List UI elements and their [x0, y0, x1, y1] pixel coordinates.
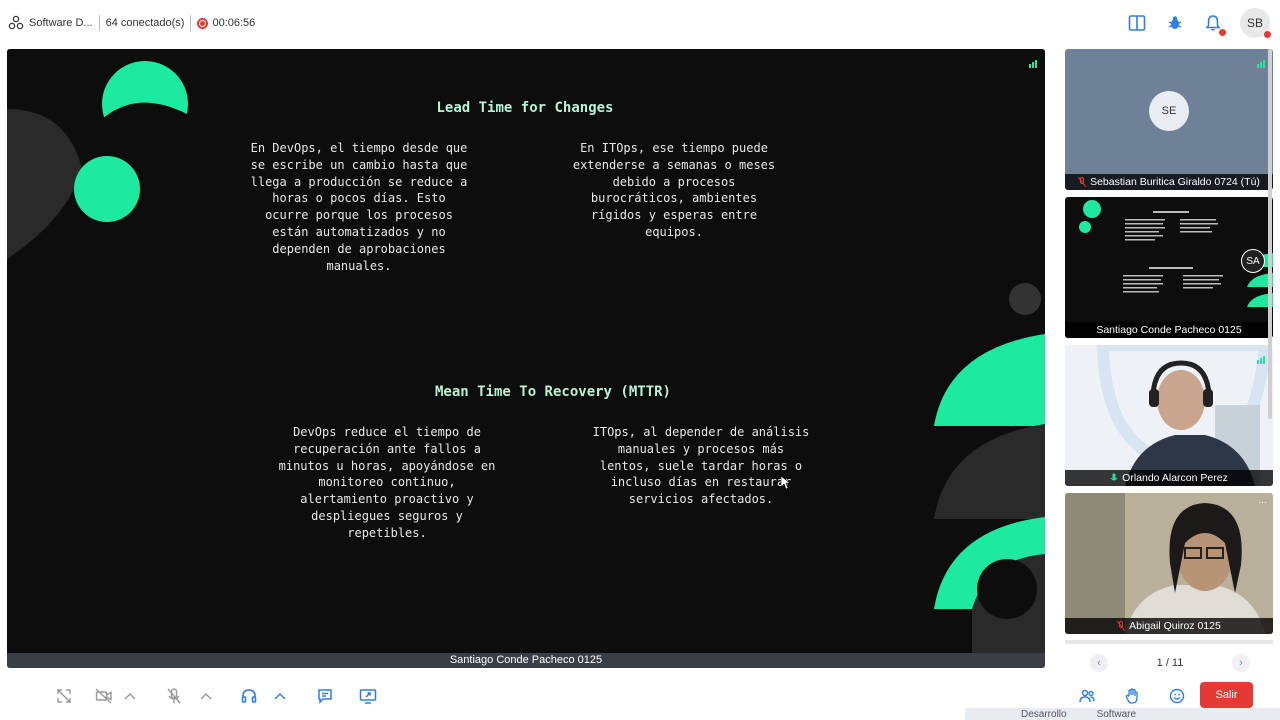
participant-scrollbar[interactable]	[1268, 49, 1272, 419]
slide-heading-mttr: Mean Time To Recovery (MTTR)	[434, 384, 671, 400]
screen-thumbnail	[1079, 200, 1273, 307]
text-line: recuperación ante fallos a	[293, 441, 481, 456]
avatar: SA	[1241, 249, 1265, 273]
meeting-title[interactable]: Software D...	[29, 17, 93, 29]
signal-icon	[1029, 55, 1039, 73]
presenter-label: Santiago Conde Pacheco 0125	[7, 653, 1045, 668]
main-stage[interactable]: Lead Time for Changes En DevOps, el tiem…	[7, 49, 1045, 668]
participant-name-text: Orlando Alarcon Perez	[1122, 472, 1228, 484]
connected-count[interactable]: 64 conectado(s)	[106, 17, 185, 29]
taskbar-item[interactable]: Desarrollo	[1021, 709, 1067, 720]
text-line: manuales.	[326, 258, 392, 273]
text-line: monitoreo continuo,	[318, 475, 456, 490]
text-line: ocurre porque los procesos	[265, 208, 453, 223]
mic-off-icon[interactable]	[164, 686, 184, 706]
text-line: minutos u horas, apoyándose en	[278, 458, 496, 473]
mic-off-icon	[1117, 621, 1126, 631]
text-line: servicios afectados.	[628, 492, 774, 507]
participant-name-text: Sebastian Buritica Giraldo 0724 (Tú)	[1090, 176, 1260, 188]
participant-pager: ‹ 1 / 11 ›	[1090, 654, 1250, 672]
text-line: ITOps, al depender de análisis	[592, 425, 810, 439]
participant-tile[interactable]: SE Sebastian Buritica Giraldo 0724 (Tú)	[1065, 49, 1273, 190]
participant-name-text: Abigail Quiroz 0125	[1129, 620, 1221, 632]
signal-icon	[1257, 55, 1267, 73]
text-line: burocráticos, ambientes	[590, 191, 758, 206]
participant-name: Santiago Conde Pacheco 0125	[1065, 322, 1273, 338]
people-icon[interactable]	[1077, 686, 1097, 706]
share-screen-icon[interactable]	[358, 686, 378, 706]
pager-track	[1065, 640, 1273, 644]
recording-timer: 00:06:56	[212, 17, 256, 29]
text-line: rígidos y esperas entre	[590, 208, 758, 223]
prev-page-button[interactable]: ‹	[1090, 654, 1108, 672]
fullscreen-icon[interactable]	[54, 686, 74, 706]
slide-text-itops-mttr: ITOps, al depender de análisis manuales …	[569, 424, 833, 508]
participant-name: Sebastian Buritica Giraldo 0724 (Tú)	[1065, 174, 1273, 190]
text-line: están automatizados y no	[272, 224, 446, 239]
shared-slide: Lead Time for Changes En DevOps, el tiem…	[7, 49, 1045, 653]
emoji-icon[interactable]	[1167, 686, 1187, 706]
meeting-info: Software D... 64 conectado(s) 00:06:56	[0, 15, 255, 31]
participant-name: Orlando Alarcon Perez	[1065, 470, 1273, 486]
top-bar: Software D... 64 conectado(s) 00:06:56 S…	[0, 0, 1280, 46]
page-indicator: 1 / 11	[1156, 657, 1184, 669]
taskbar: Desarrollo Software	[965, 708, 1280, 720]
slide-decorations	[7, 61, 1045, 653]
text-line: equipos.	[645, 224, 703, 239]
chat-icon[interactable]	[315, 686, 335, 706]
headset-icon[interactable]	[239, 686, 259, 706]
divider	[98, 15, 100, 31]
participant-tile[interactable]: … Abigail Quiroz 0125	[1065, 493, 1273, 634]
participant-name: Abigail Quiroz 0125	[1065, 618, 1273, 634]
more-icon[interactable]: …	[1258, 495, 1267, 505]
participant-name-text: Santiago Conde Pacheco 0125	[1096, 324, 1242, 336]
slide-text-itops-lead: En ITOps, ese tiempo puede extenderse a …	[554, 140, 794, 241]
text-line: horas o pocos días. Esto	[272, 191, 446, 206]
mouse-cursor-icon	[780, 475, 791, 495]
leave-button[interactable]: Salir	[1200, 682, 1253, 708]
text-line: En ITOps, ese tiempo puede	[580, 141, 768, 155]
bell-icon[interactable]	[1202, 12, 1226, 36]
avatar-initials: SB	[1246, 16, 1263, 30]
signal-icon	[1257, 351, 1267, 369]
text-line: lentos, suele tardar horas o	[599, 458, 803, 473]
org-icon[interactable]	[8, 15, 24, 31]
avatar: SE	[1149, 91, 1189, 131]
text-line: En DevOps, el tiempo desde que	[250, 141, 468, 155]
text-line: alertamiento proactivo y	[300, 492, 474, 507]
taskbar-item[interactable]: Software	[1097, 709, 1136, 720]
slide-text-devops-mttr: DevOps reduce el tiempo de recuperación …	[255, 424, 519, 542]
mic-icon	[1110, 473, 1118, 481]
text-line: debido a procesos	[612, 174, 736, 189]
notification-dot	[1219, 29, 1226, 36]
video-feed	[1065, 493, 1273, 634]
avatar[interactable]: SB	[1240, 8, 1271, 38]
camera-options-chevron-icon[interactable]	[122, 686, 138, 706]
participant-tile[interactable]: Orlando Alarcon Perez	[1065, 345, 1273, 486]
participant-tile[interactable]: SA Santiago Conde Pacheco 0125	[1065, 197, 1273, 338]
raise-hand-icon[interactable]	[1122, 686, 1142, 706]
camera-off-icon[interactable]	[94, 686, 114, 706]
text-line: repetibles.	[347, 525, 427, 540]
text-line: dependen de aprobaciones	[272, 241, 446, 256]
text-line: incluso días en restaurar	[610, 475, 792, 490]
mic-off-icon	[1078, 177, 1087, 187]
video-feed	[1065, 345, 1273, 486]
mic-options-chevron-icon[interactable]	[198, 686, 214, 706]
text-line: extenderse a semanas o meses	[572, 157, 776, 172]
text-line: manuales y procesos más	[617, 441, 785, 456]
record-icon	[197, 17, 209, 29]
text-line: se escribe un cambio hasta que	[250, 157, 468, 172]
layout-icon[interactable]	[1126, 12, 1148, 34]
slide-heading-lead-time: Lead Time for Changes	[436, 100, 614, 116]
status-dot	[1264, 31, 1271, 38]
text-line: llega a producción se reduce a	[250, 174, 468, 189]
text-line: DevOps reduce el tiempo de	[293, 425, 481, 439]
audio-options-chevron-icon[interactable]	[272, 686, 288, 706]
divider	[190, 15, 192, 31]
text-line: despliegues seguros y	[311, 508, 463, 523]
bug-icon[interactable]	[1164, 12, 1186, 34]
slide-text-devops-lead: En DevOps, el tiempo desde que se escrib…	[227, 140, 491, 274]
next-page-button[interactable]: ›	[1232, 654, 1250, 672]
